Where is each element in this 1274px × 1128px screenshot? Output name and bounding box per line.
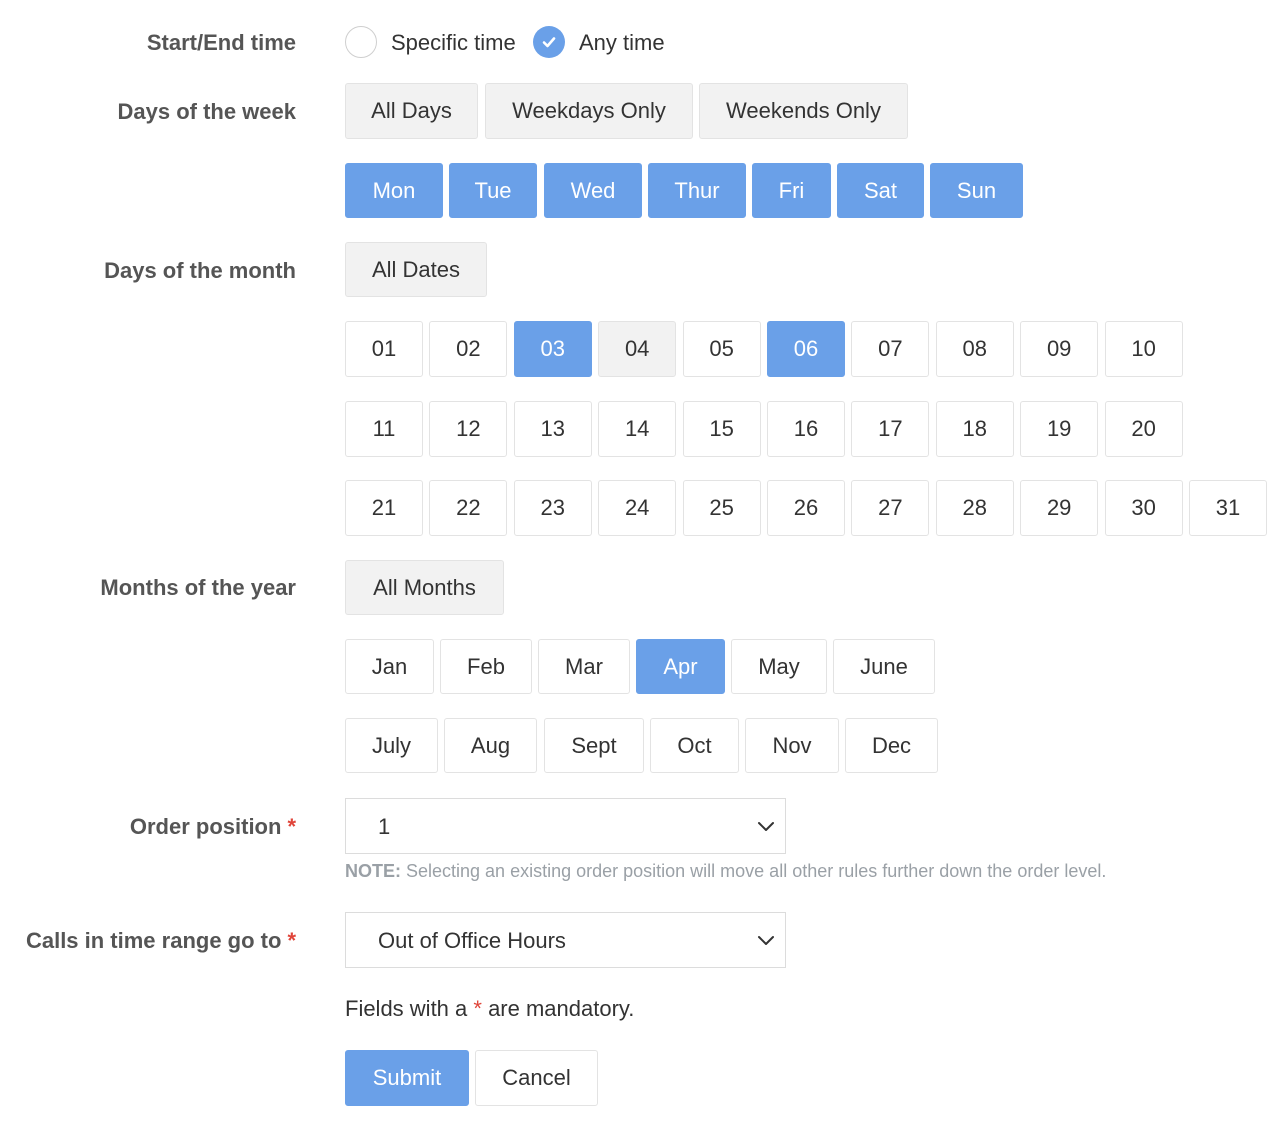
- any-time-radio[interactable]: [533, 26, 565, 58]
- weekdays-only-button[interactable]: Weekdays Only: [485, 83, 693, 139]
- day-fri-button[interactable]: Fri: [752, 163, 831, 218]
- date-23-button[interactable]: 23: [513, 480, 592, 536]
- day-tue-button[interactable]: Tue: [449, 163, 537, 218]
- date-01-button[interactable]: 01: [345, 321, 423, 377]
- date-16-button[interactable]: 16: [767, 401, 845, 457]
- required-mark: *: [287, 814, 296, 839]
- date-20-button[interactable]: 20: [1104, 401, 1183, 457]
- date-28-button[interactable]: 28: [935, 480, 1014, 536]
- date-08-button[interactable]: 08: [935, 321, 1014, 377]
- calls-destination-label: Calls in time range go to *: [26, 928, 296, 954]
- order-note: NOTE: Selecting an existing order positi…: [345, 861, 1106, 882]
- days-month-label: Days of the month: [104, 258, 296, 283]
- chevron-down-icon: [758, 936, 774, 945]
- month-sept-button[interactable]: Sept: [544, 718, 644, 773]
- date-02-button[interactable]: 02: [429, 321, 508, 377]
- date-09-button[interactable]: 09: [1020, 321, 1099, 377]
- month-jan-button[interactable]: Jan: [345, 639, 434, 694]
- start-end-label-text: Start/End time: [146, 30, 296, 55]
- order-position-select[interactable]: 1: [345, 798, 786, 854]
- date-05-button[interactable]: 05: [682, 321, 761, 377]
- specific-time-label[interactable]: Specific time: [391, 30, 516, 56]
- date-17-button[interactable]: 17: [851, 401, 930, 457]
- month-dec-button[interactable]: Dec: [845, 718, 938, 773]
- month-aug-button[interactable]: Aug: [444, 718, 537, 773]
- date-07-button[interactable]: 07: [851, 321, 930, 377]
- date-24-button[interactable]: 24: [598, 480, 677, 536]
- date-27-button[interactable]: 27: [851, 480, 930, 536]
- date-31-button[interactable]: 31: [1189, 480, 1267, 536]
- date-11-button[interactable]: 11: [345, 401, 423, 457]
- day-mon-button[interactable]: Mon: [345, 163, 443, 218]
- order-position-label: Order position *: [130, 814, 296, 840]
- submit-button[interactable]: Submit: [345, 1050, 469, 1106]
- mandatory-suffix: are mandatory.: [481, 996, 635, 1021]
- note-prefix: NOTE:: [345, 861, 401, 881]
- mandatory-prefix: Fields with a: [345, 996, 474, 1021]
- all-months-button[interactable]: All Months: [345, 560, 504, 615]
- date-12-button[interactable]: 12: [429, 401, 508, 457]
- day-sat-button[interactable]: Sat: [837, 163, 924, 218]
- day-sun-button[interactable]: Sun: [930, 163, 1023, 218]
- date-14-button[interactable]: 14: [598, 401, 677, 457]
- specific-time-radio[interactable]: [345, 26, 377, 58]
- cancel-button[interactable]: Cancel: [475, 1050, 598, 1106]
- date-04-button[interactable]: 04: [598, 321, 677, 377]
- date-19-button[interactable]: 19: [1020, 401, 1099, 457]
- date-25-button[interactable]: 25: [682, 480, 761, 536]
- required-mark: *: [287, 928, 296, 953]
- date-06-button[interactable]: 06: [767, 321, 845, 377]
- check-icon: [542, 37, 556, 48]
- date-10-button[interactable]: 10: [1104, 321, 1183, 377]
- calls-destination-label-text: Calls in time range go to: [25, 928, 282, 953]
- calls-destination-value: Out of Office Hours: [378, 928, 566, 953]
- date-26-button[interactable]: 26: [767, 480, 845, 536]
- date-18-button[interactable]: 18: [935, 401, 1014, 457]
- month-june-button[interactable]: June: [833, 639, 935, 694]
- month-may-button[interactable]: May: [731, 639, 827, 694]
- date-29-button[interactable]: 29: [1020, 480, 1099, 536]
- month-july-button[interactable]: July: [345, 718, 438, 773]
- date-13-button[interactable]: 13: [513, 401, 592, 457]
- start-end-label: Start/End time: [147, 30, 296, 56]
- all-dates-button[interactable]: All Dates: [345, 242, 487, 297]
- month-apr-button[interactable]: Apr: [636, 639, 725, 694]
- date-22-button[interactable]: 22: [429, 480, 508, 536]
- all-days-button[interactable]: All Days: [345, 83, 478, 139]
- date-15-button[interactable]: 15: [682, 401, 761, 457]
- any-time-label[interactable]: Any time: [579, 30, 665, 56]
- day-wed-button[interactable]: Wed: [544, 163, 642, 218]
- note-text: Selecting an existing order position wil…: [401, 861, 1107, 881]
- day-thur-button[interactable]: Thur: [648, 163, 746, 218]
- calls-destination-select[interactable]: Out of Office Hours: [345, 912, 786, 968]
- mandatory-star: *: [473, 996, 482, 1021]
- date-21-button[interactable]: 21: [345, 480, 423, 536]
- mandatory-notice: Fields with a * are mandatory.: [345, 996, 634, 1022]
- days-week-label: Days of the week: [117, 99, 296, 124]
- month-nov-button[interactable]: Nov: [745, 718, 839, 773]
- order-position-label-text: Order position: [129, 814, 282, 839]
- date-03-button[interactable]: 03: [513, 321, 592, 377]
- date-30-button[interactable]: 30: [1104, 480, 1183, 536]
- chevron-down-icon: [758, 822, 774, 831]
- month-feb-button[interactable]: Feb: [440, 639, 532, 694]
- weekends-only-button[interactable]: Weekends Only: [699, 83, 908, 139]
- month-mar-button[interactable]: Mar: [538, 639, 630, 694]
- order-position-value: 1: [378, 814, 391, 839]
- months-label: Months of the year: [100, 575, 296, 600]
- month-oct-button[interactable]: Oct: [650, 718, 739, 773]
